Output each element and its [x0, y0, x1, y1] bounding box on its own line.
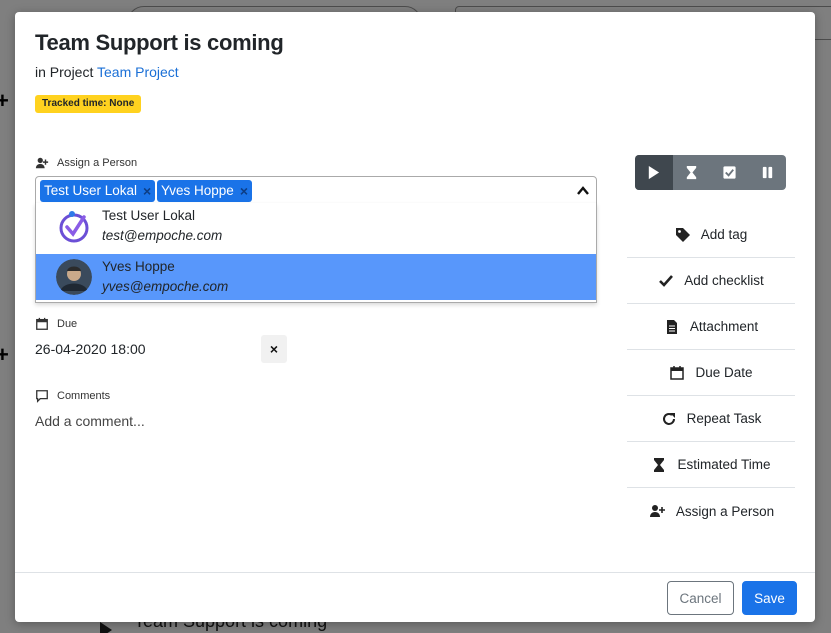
- cancel-button[interactable]: Cancel: [667, 581, 734, 615]
- repeat-task-button[interactable]: Repeat Task: [627, 396, 795, 442]
- due-date-value[interactable]: 26-04-2020 18:00: [35, 341, 146, 357]
- project-link[interactable]: Team Project: [97, 64, 179, 80]
- comment-input[interactable]: Add a comment...: [35, 413, 145, 429]
- action-label: Estimated Time: [677, 457, 771, 472]
- action-label: Add checklist: [684, 273, 764, 288]
- comment-icon: [36, 390, 48, 403]
- option-email: yves@empoche.com: [102, 279, 229, 294]
- assign-person-button[interactable]: Assign a Person: [627, 488, 795, 534]
- option-name: Test User Lokal: [102, 208, 196, 223]
- action-label: Due Date: [695, 365, 753, 380]
- chip-remove-icon[interactable]: ×: [240, 180, 248, 202]
- footer-divider: [15, 572, 815, 573]
- option-email: test@empoche.com: [102, 228, 223, 243]
- check-icon: [659, 274, 674, 287]
- option-name: Yves Hoppe: [102, 259, 175, 274]
- assign-dropdown: Test User Lokal test@empoche.com Yves Ho…: [35, 203, 597, 303]
- selected-chip: Yves Hoppe ×: [157, 180, 252, 202]
- app-logo-avatar: [59, 211, 89, 243]
- calendar-icon: [36, 317, 48, 330]
- clear-due-button[interactable]: ×: [261, 335, 287, 363]
- selected-chip: Test User Lokal ×: [40, 180, 156, 202]
- hourglass-icon: [686, 165, 697, 180]
- due-label-text: Due: [57, 318, 78, 330]
- modal-title: Team Support is coming: [35, 30, 284, 55]
- hourglass-button[interactable]: [673, 155, 711, 190]
- comments-label-text: Comments: [57, 390, 111, 402]
- due-date-button[interactable]: Due Date: [627, 350, 795, 396]
- check-square-icon: [723, 166, 736, 179]
- modal-subtitle: in Project Team Project: [35, 64, 179, 80]
- chip-label: Yves Hoppe: [161, 183, 234, 198]
- chevron-up-icon[interactable]: [576, 184, 590, 198]
- timer-toolbar: [635, 155, 786, 190]
- avatar: [56, 259, 92, 295]
- tag-icon: [675, 227, 690, 242]
- attachment-button[interactable]: Attachment: [627, 304, 795, 350]
- chip-label: Test User Lokal: [44, 183, 138, 198]
- estimated-time-button[interactable]: Estimated Time: [627, 442, 795, 488]
- add-tag-button[interactable]: Add tag: [627, 212, 795, 258]
- hourglass-icon: [654, 457, 665, 472]
- dropdown-option-highlighted[interactable]: Yves Hoppe yves@empoche.com: [36, 254, 596, 300]
- pause-button[interactable]: [748, 155, 786, 190]
- add-checklist-button[interactable]: Add checklist: [627, 258, 795, 304]
- play-button[interactable]: [635, 155, 673, 190]
- chip-remove-icon[interactable]: ×: [143, 180, 151, 202]
- action-label: Attachment: [689, 319, 759, 334]
- redo-icon: [662, 412, 675, 425]
- subtitle-prefix: in Project: [35, 64, 94, 80]
- action-label: Repeat Task: [686, 411, 762, 426]
- task-modal: Team Support is coming in Project Team P…: [15, 12, 815, 622]
- play-icon: [649, 165, 660, 180]
- calendar-icon: [670, 365, 685, 380]
- check-square-button[interactable]: [711, 155, 749, 190]
- user-plus-icon: [35, 157, 49, 169]
- assign-select[interactable]: Test User Lokal × Yves Hoppe ×: [35, 176, 597, 204]
- pause-icon: [762, 166, 772, 179]
- action-list: Add tag Add checklist Attachment Due Dat…: [627, 212, 795, 534]
- action-label: Assign a Person: [675, 503, 775, 519]
- comments-label: Comments: [35, 389, 110, 403]
- dropdown-option[interactable]: Test User Lokal test@empoche.com: [36, 203, 596, 249]
- assign-label-text: Assign a Person: [57, 157, 138, 169]
- user-plus-icon: [649, 505, 665, 517]
- action-label: Add tag: [700, 227, 748, 242]
- file-icon: [666, 319, 677, 334]
- assign-label: Assign a Person: [35, 156, 137, 170]
- due-label: Due: [35, 317, 77, 331]
- save-button[interactable]: Save: [742, 581, 797, 615]
- tracked-time-badge: Tracked time: None: [35, 95, 142, 113]
